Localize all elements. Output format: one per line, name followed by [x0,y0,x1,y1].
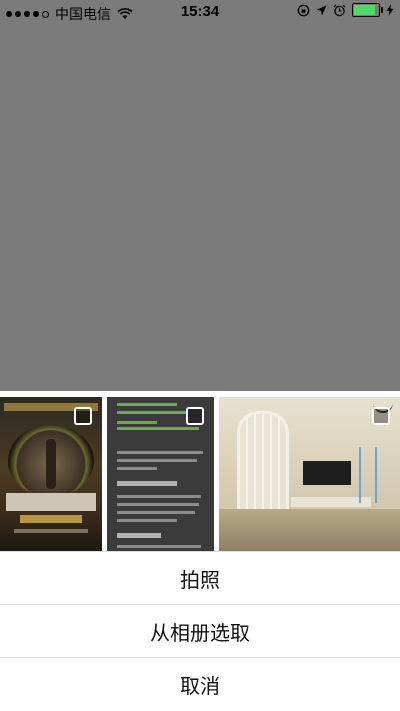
orientation-lock-icon [297,4,310,16]
select-checkbox[interactable] [186,407,204,425]
location-arrow-icon [316,5,327,15]
status-right [297,3,394,17]
photo-thumbnail-movie-poster[interactable] [0,397,102,551]
photo-thumbnail-living-room[interactable] [219,397,400,551]
dimmed-background-overlay[interactable] [0,0,400,391]
battery-level [354,5,376,15]
action-sheet: 拍照 从相册选取 取消 [0,391,400,711]
photo-thumbnail-article-screenshot[interactable] [107,397,214,551]
select-checkbox[interactable] [74,407,92,425]
charging-bolt-icon [386,4,394,16]
alarm-icon [333,4,346,16]
choose-from-album-button[interactable]: 从相册选取 [0,605,400,657]
status-bar: 中国电信 15:34 [0,0,400,24]
take-photo-button[interactable]: 拍照 [0,552,400,604]
battery-icon [352,3,383,17]
cancel-button[interactable]: 取消 [0,658,400,710]
photo-strip[interactable] [0,391,400,551]
select-checkbox[interactable] [372,407,390,425]
